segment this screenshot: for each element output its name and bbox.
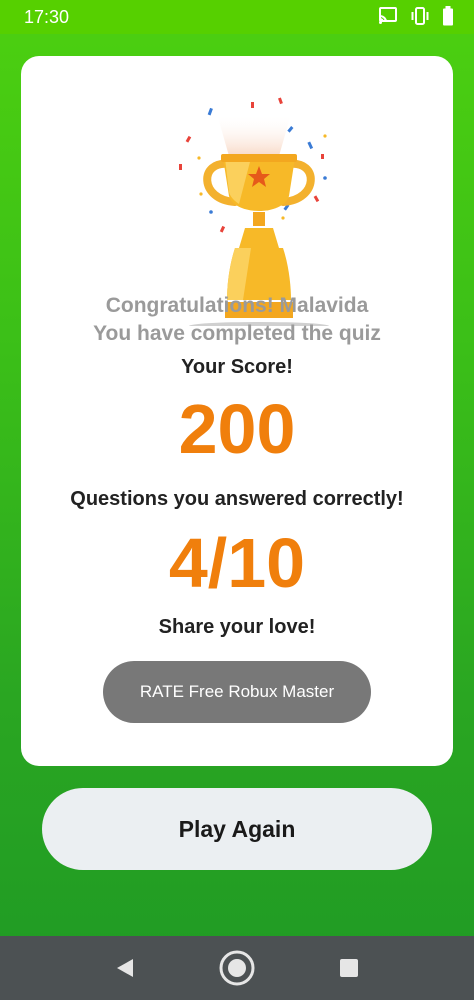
battery-icon bbox=[442, 6, 454, 26]
cast-icon bbox=[378, 7, 398, 25]
score-value: 200 bbox=[178, 390, 296, 468]
back-icon[interactable] bbox=[114, 957, 136, 984]
status-time: 17:30 bbox=[24, 7, 70, 27]
status-bar: 17:30 bbox=[0, 0, 474, 34]
navigation-bar bbox=[0, 936, 474, 1000]
play-again-button[interactable]: Play Again bbox=[42, 788, 432, 870]
congrats-message: Congratulations! Malavida You have compl… bbox=[21, 292, 453, 348]
share-label: Share your love! bbox=[158, 616, 316, 638]
quiz-result-screen: 17:30 Congratulations! Malavida You have… bbox=[0, 0, 474, 1000]
recents-icon[interactable] bbox=[340, 959, 358, 982]
rate-app-button[interactable]: RATE Free Robux Master bbox=[103, 661, 371, 723]
vibrate-icon bbox=[410, 7, 430, 25]
result-card: Congratulations! Malavida You have compl… bbox=[21, 56, 453, 766]
congrats-line-1: Congratulations! Malavida bbox=[105, 294, 369, 317]
questions-correct-label: Questions you answered correctly! bbox=[70, 488, 404, 510]
score-label: Your Score! bbox=[181, 356, 293, 378]
status-icons bbox=[378, 6, 454, 26]
correct-count-value: 4/10 bbox=[168, 524, 306, 602]
home-icon[interactable] bbox=[219, 950, 255, 991]
congrats-line-2: You have completed the quiz bbox=[93, 322, 381, 345]
